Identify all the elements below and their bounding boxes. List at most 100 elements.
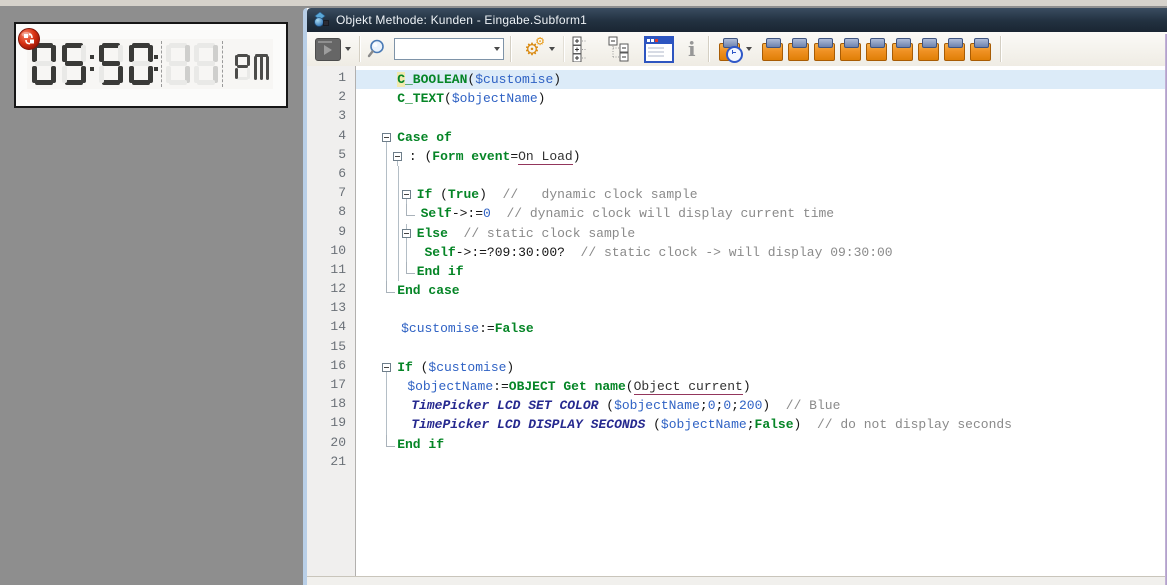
clipboard-dropdown-arrow-icon[interactable] — [746, 47, 752, 51]
fold-toggle-icon[interactable] — [402, 190, 411, 199]
form-editor-background — [0, 6, 303, 585]
code-token: $customise — [401, 321, 479, 336]
clipboard-slot-icon[interactable] — [840, 38, 861, 61]
code-line[interactable]: If ($customise) — [356, 358, 1165, 377]
run-dropdown-arrow-icon[interactable] — [345, 47, 351, 51]
search-input[interactable] — [395, 41, 490, 57]
indent-guide — [386, 224, 387, 243]
code-line[interactable]: C_TEXT($objectName) — [356, 89, 1165, 108]
object-method-badge[interactable] — [17, 27, 41, 51]
method-settings-button[interactable]: ⚙⚙ — [519, 41, 555, 58]
line-number[interactable]: 16 — [307, 358, 355, 377]
line-number[interactable]: 14 — [307, 319, 355, 338]
code-line[interactable] — [356, 166, 1165, 185]
code-line[interactable]: TimePicker LCD DISPLAY SECONDS ($objectN… — [356, 415, 1165, 434]
line-number-gutter[interactable]: 123456789101112131415161718192021 — [307, 66, 356, 577]
code-line[interactable]: Else // static clock sample — [356, 224, 1165, 243]
code-token: Case of — [397, 130, 452, 145]
code-line[interactable]: End if — [356, 262, 1165, 281]
code-line[interactable]: End if — [356, 435, 1165, 454]
clipboard-clock-button[interactable] — [717, 38, 752, 61]
search-dropdown-arrow-icon[interactable] — [494, 47, 500, 51]
fold-toggle-icon[interactable] — [402, 229, 411, 238]
macros-button[interactable] — [644, 36, 674, 63]
expand-all-icon — [572, 36, 594, 62]
clipboard-slot-icon[interactable] — [866, 38, 887, 61]
clipboard-clock-icon — [719, 38, 740, 61]
line-number[interactable]: 20 — [307, 435, 355, 454]
settings-dropdown-arrow-icon[interactable] — [549, 47, 555, 51]
line-number[interactable]: 3 — [307, 108, 355, 127]
line-number[interactable]: 15 — [307, 339, 355, 358]
line-number[interactable]: 13 — [307, 300, 355, 319]
titlebar[interactable]: Objekt Methode: Kunden - Eingabe.Subform… — [307, 8, 1167, 32]
clipboard-slot-icon[interactable] — [970, 38, 991, 61]
magnifier-icon — [366, 38, 388, 60]
code-token: 200 — [739, 398, 762, 413]
code-line[interactable]: $objectName:=OBJECT Get name(Object curr… — [356, 377, 1165, 396]
line-number[interactable]: 9 — [307, 224, 355, 243]
code-line[interactable]: TimePicker LCD SET COLOR ($objectName;0;… — [356, 396, 1165, 415]
method-diagram-icon — [313, 12, 330, 28]
code-text: Self->:=0 // dynamic clock will display … — [421, 204, 835, 223]
line-number[interactable]: 10 — [307, 243, 355, 262]
line-number[interactable]: 19 — [307, 415, 355, 434]
run-method-button[interactable] — [315, 38, 351, 61]
code-line[interactable] — [356, 454, 1165, 473]
code-line[interactable] — [356, 108, 1165, 127]
code-token: ) — [553, 72, 561, 87]
line-number[interactable]: 8 — [307, 204, 355, 223]
indent-elbow — [406, 262, 415, 274]
code-line[interactable]: If (True) // dynamic clock sample — [356, 185, 1165, 204]
code-token — [491, 206, 507, 221]
code-token: End if — [397, 437, 444, 452]
code-line[interactable]: : (Form event=On Load) — [356, 147, 1165, 166]
line-number[interactable]: 5 — [307, 147, 355, 166]
search-combobox[interactable] — [394, 38, 504, 60]
line-number[interactable]: 18 — [307, 396, 355, 415]
fold-toggle-icon[interactable] — [382, 133, 391, 142]
line-number[interactable]: 2 — [307, 89, 355, 108]
fold-toggle-icon[interactable] — [382, 363, 391, 372]
subform-boundary-dashed-line — [161, 41, 162, 87]
horizontal-scrollbar[interactable] — [307, 576, 1167, 585]
fold-toggle-icon[interactable] — [393, 152, 402, 161]
indent-guide — [398, 185, 399, 204]
code-line[interactable]: End case — [356, 281, 1165, 300]
line-number[interactable]: 12 — [307, 281, 355, 300]
code-line[interactable]: Self->:=0 // dynamic clock will display … — [356, 204, 1165, 223]
line-number[interactable]: 4 — [307, 128, 355, 147]
code-token: ) — [538, 91, 546, 106]
code-line[interactable]: C_BOOLEAN($customise) — [356, 70, 1165, 89]
clipboard-slot-icon[interactable] — [892, 38, 913, 61]
code-token: // static clock -> will display 09:30:00 — [581, 245, 893, 260]
clipboard-slot-icon[interactable] — [814, 38, 835, 61]
clipboard-slot-icon[interactable] — [762, 38, 783, 61]
line-number[interactable]: 17 — [307, 377, 355, 396]
code-token: Form event — [432, 149, 510, 164]
clipboard-slot-icon[interactable] — [944, 38, 965, 61]
collapse-all-button[interactable] — [604, 36, 634, 62]
code-token: $customise — [428, 360, 506, 375]
line-number[interactable]: 1 — [307, 70, 355, 89]
expand-all-button[interactable] — [572, 36, 594, 62]
code-text: Self->:=?09:30:00? // static clock -> wi… — [425, 243, 893, 262]
code-line[interactable] — [356, 300, 1165, 319]
line-number[interactable]: 11 — [307, 262, 355, 281]
code-line[interactable]: Self->:=?09:30:00? // static clock -> wi… — [356, 243, 1165, 262]
line-number[interactable]: 7 — [307, 185, 355, 204]
code-line[interactable] — [356, 339, 1165, 358]
code-line[interactable]: $customise:=False — [356, 319, 1165, 338]
code-token: ( — [645, 417, 661, 432]
code-token: ( — [598, 398, 614, 413]
lcd-clock-widget[interactable] — [14, 22, 288, 108]
line-number[interactable]: 6 — [307, 166, 355, 185]
line-number[interactable]: 21 — [307, 454, 355, 473]
code-token: ->:= — [452, 206, 483, 221]
clipboard-slot-icon[interactable] — [788, 38, 809, 61]
code-token: := — [479, 321, 495, 336]
code-pane[interactable]: C_BOOLEAN($customise)C_TEXT($objectName)… — [356, 66, 1165, 577]
clipboard-slot-icon[interactable] — [918, 38, 939, 61]
method-info-button[interactable]: i — [684, 37, 700, 61]
code-line[interactable]: Case of — [356, 128, 1165, 147]
